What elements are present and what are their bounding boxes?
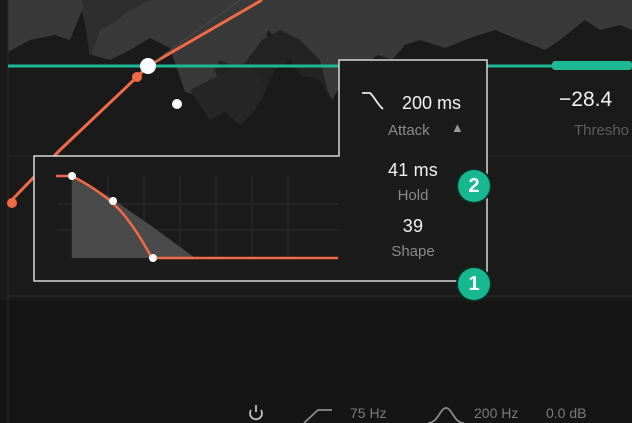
bell-frequency[interactable]: 200 Hz bbox=[474, 405, 518, 421]
hold-control[interactable]: 41 ms Hold bbox=[370, 160, 456, 204]
hold-label: Hold bbox=[397, 187, 429, 204]
threshold-value[interactable]: −28.4 bbox=[559, 88, 612, 112]
hold-handle bbox=[68, 172, 76, 180]
ratio-handle bbox=[140, 58, 156, 74]
shape-value[interactable]: 39 bbox=[370, 216, 456, 237]
bell-gain[interactable]: 0.0 dB bbox=[546, 405, 586, 421]
shape-handle bbox=[109, 197, 117, 205]
attack-expand-arrow[interactable]: ▲ bbox=[451, 120, 464, 135]
low-cut-frequency[interactable]: 75 Hz bbox=[350, 405, 387, 421]
step-badge-2: 2 bbox=[458, 170, 490, 202]
knee-point bbox=[132, 72, 142, 82]
attack-value[interactable]: 200 ms bbox=[402, 93, 461, 114]
shape-control[interactable]: 39 Shape bbox=[370, 216, 456, 260]
curve-start-point bbox=[7, 198, 17, 208]
step-badge-1: 1 bbox=[458, 268, 490, 300]
threshold-handle bbox=[552, 61, 632, 70]
hold-value[interactable]: 41 ms bbox=[370, 160, 456, 181]
threshold-label: Thresho bbox=[574, 122, 630, 139]
attack-label: Attack bbox=[388, 122, 430, 139]
release-handle bbox=[149, 254, 157, 262]
shape-label: Shape bbox=[391, 243, 435, 260]
knee-handle bbox=[172, 99, 182, 109]
compressor-display bbox=[0, 0, 632, 423]
